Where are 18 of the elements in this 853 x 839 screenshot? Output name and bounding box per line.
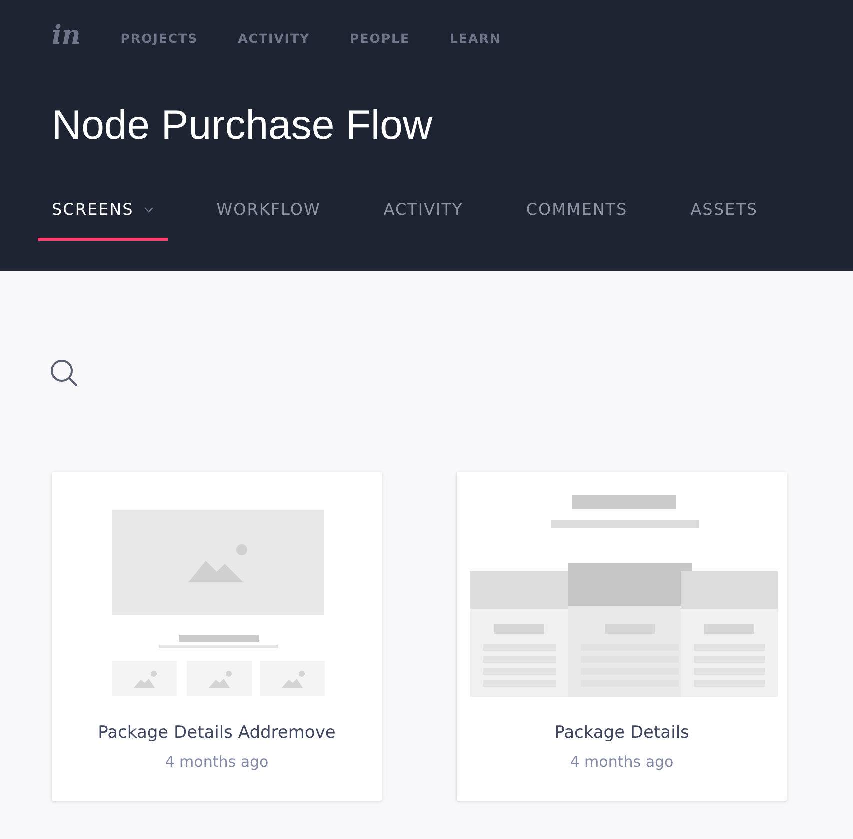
logo[interactable]: in — [52, 16, 81, 56]
project-title: Node Purchase Flow — [52, 101, 434, 150]
tab[interactable]: WORKFLOW — [202, 192, 335, 242]
search-icon[interactable] — [50, 359, 79, 388]
tab[interactable]: COMMENTS — [512, 192, 642, 242]
tab[interactable]: SCREENS — [38, 192, 168, 242]
updated-time: 4 months ago — [569, 752, 675, 772]
screen-name: Package Details — [554, 722, 690, 745]
screen-card[interactable]: Package Details Addremove 4 months ago — [52, 472, 382, 801]
updated-time: 4 months ago — [164, 752, 270, 772]
tab[interactable]: ASSETS — [676, 192, 772, 242]
tab[interactable]: ACTIVITY — [370, 192, 478, 242]
nav-link[interactable]: LEARN — [450, 30, 502, 48]
nav-link[interactable]: PROJECTS — [120, 30, 198, 48]
screen-name: Package Details Addremove — [97, 722, 337, 745]
nav-link[interactable]: ACTIVITY — [238, 30, 310, 48]
nav-link[interactable]: PEOPLE — [350, 30, 410, 48]
screen-card[interactable]: Package Details 4 months ago — [457, 472, 787, 801]
